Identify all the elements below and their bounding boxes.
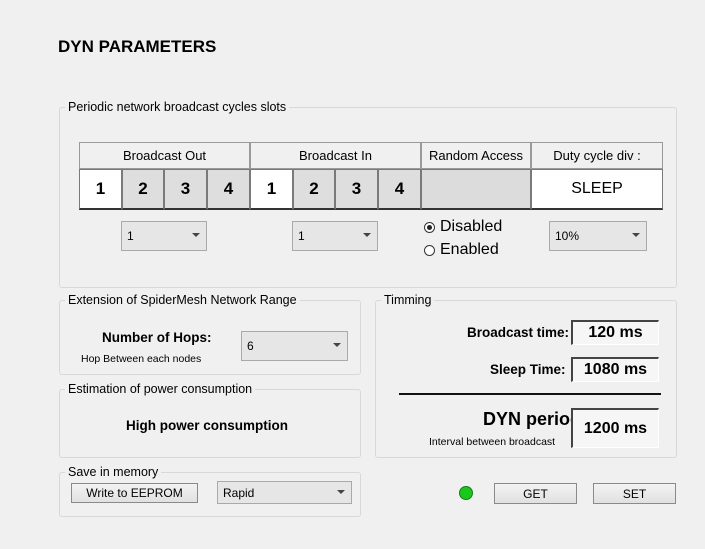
save-mode-select-value: Rapid <box>223 485 255 500</box>
page-title: DYN PARAMETERS <box>58 37 217 56</box>
broadcast-out-slot-4[interactable]: 4 <box>207 169 250 210</box>
hops-select-value: 6 <box>247 339 254 353</box>
dyn-period-sub-label: Interval between broadcast <box>429 436 556 448</box>
duty-cycle-select[interactable]: 10% <box>549 221 647 251</box>
random-access-header: Random Access <box>421 142 531 169</box>
chevron-down-icon <box>337 490 345 494</box>
random-access-enabled-label: Enabled <box>440 241 499 258</box>
set-button[interactable]: SET <box>593 483 676 504</box>
duty-cycle-select-value: 10% <box>555 229 580 243</box>
sleep-time-value: 1080 ms <box>571 357 659 382</box>
broadcast-in-slot-2[interactable]: 2 <box>293 169 335 210</box>
broadcast-out-slot-1[interactable]: 1 <box>79 169 122 210</box>
status-led-icon <box>459 486 473 500</box>
save-memory-legend: Save in memory <box>68 465 159 479</box>
duty-cycle-value: SLEEP <box>531 169 663 210</box>
chevron-down-icon <box>632 233 640 237</box>
hops-select[interactable]: 6 <box>241 331 348 361</box>
chevron-down-icon <box>363 233 371 237</box>
random-access-disabled-label: Disabled <box>440 218 503 235</box>
duty-cycle-header: Duty cycle div : <box>531 142 663 169</box>
random-access-enabled-radio[interactable]: Enabled <box>424 241 499 259</box>
hops-label: Number of Hops: <box>102 330 212 345</box>
chevron-down-icon <box>333 343 341 347</box>
chevron-down-icon <box>192 233 200 237</box>
broadcast-in-select[interactable]: 1 <box>292 221 378 251</box>
network-range-legend: Extension of SpiderMesh Network Range <box>68 293 297 307</box>
power-estimation-legend: Estimation of power consumption <box>68 382 253 396</box>
write-eeprom-button[interactable]: Write to EEPROM <box>71 483 198 503</box>
hops-sub-label: Hop Between each nodes <box>81 353 202 365</box>
broadcast-in-header: Broadcast In <box>250 142 421 169</box>
broadcast-out-select-value: 1 <box>127 229 134 243</box>
random-access-slot <box>421 169 531 210</box>
broadcast-time-value: 120 ms <box>571 320 659 345</box>
broadcast-out-slot-3[interactable]: 3 <box>164 169 207 210</box>
broadcast-out-slot-2[interactable]: 2 <box>122 169 164 210</box>
radio-selected-icon <box>424 221 435 233</box>
get-button[interactable]: GET <box>494 483 577 504</box>
broadcast-out-select[interactable]: 1 <box>121 221 207 251</box>
random-access-disabled-radio[interactable]: Disabled <box>424 218 502 236</box>
sleep-time-label: Sleep Time: <box>490 362 566 377</box>
broadcast-in-select-value: 1 <box>298 229 305 243</box>
broadcast-in-slot-3[interactable]: 3 <box>335 169 378 210</box>
broadcast-in-slot-4[interactable]: 4 <box>378 169 421 210</box>
timing-divider <box>399 393 661 395</box>
power-estimation-value: High power consumption <box>126 418 288 433</box>
broadcast-out-header: Broadcast Out <box>79 142 250 169</box>
broadcast-in-slot-1[interactable]: 1 <box>250 169 293 210</box>
broadcast-time-label: Broadcast time: <box>467 325 570 340</box>
broadcast-slots-legend: Periodic network broadcast cycles slots <box>68 100 287 114</box>
timing-legend: Timming <box>384 293 432 307</box>
dyn-period-value: 1200 ms <box>571 408 659 448</box>
save-mode-select[interactable]: Rapid <box>217 481 352 504</box>
radio-unselected-icon <box>424 244 435 256</box>
